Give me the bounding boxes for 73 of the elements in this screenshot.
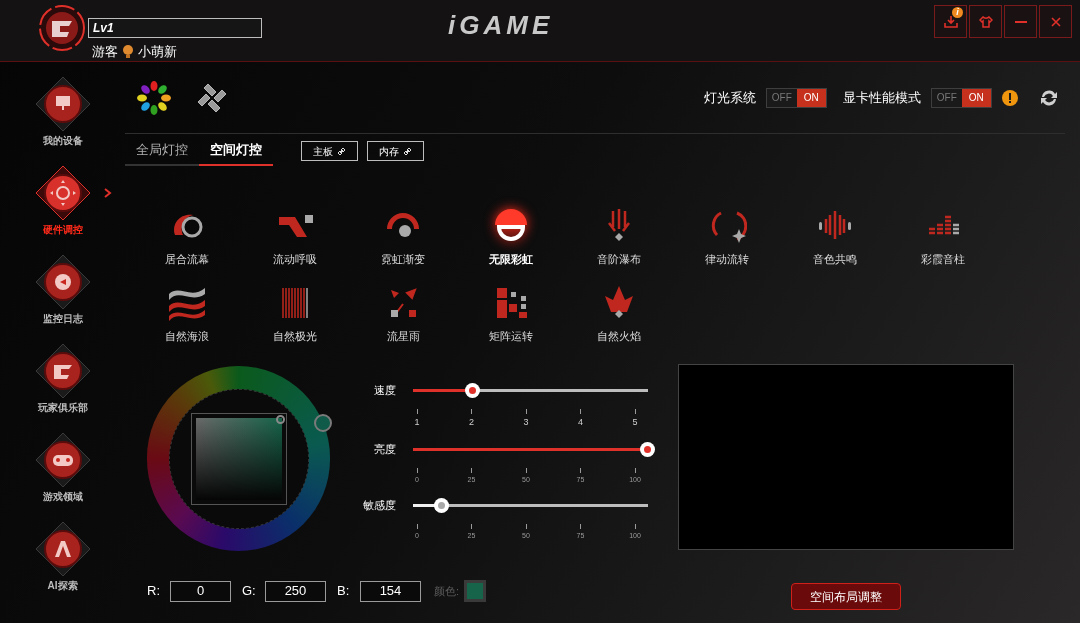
effect-option[interactable]: 霓虹渐变 — [349, 205, 457, 268]
sidebar-item[interactable]: 硬件调控 — [7, 165, 118, 254]
color-label: 颜色: — [434, 583, 460, 599]
gauge-icon — [34, 254, 91, 310]
sidebar-item[interactable]: 我的设备 — [7, 76, 118, 165]
info-badge: i — [952, 7, 963, 18]
close-icon — [1050, 16, 1061, 27]
effect-option[interactable]: 自然海浪 — [133, 281, 241, 344]
channel-label: B: — [337, 582, 351, 601]
tick-label: 3 — [523, 415, 529, 429]
color-mode-button[interactable] — [135, 78, 173, 117]
minimize-button[interactable] — [1004, 5, 1037, 38]
sidebar-item[interactable]: 玩家俱乐部 — [7, 343, 118, 432]
gamepad-icon — [34, 432, 91, 488]
slider-label: 速度 — [373, 383, 396, 398]
user-role: 游客 — [92, 43, 118, 61]
channel-field[interactable]: 154 — [360, 580, 421, 602]
link-icon — [403, 146, 412, 156]
effect-option[interactable]: 音色共鸣 — [781, 205, 889, 268]
device-button[interactable]: 内存 — [367, 141, 424, 161]
avatar-emblem-icon — [38, 4, 86, 52]
skin-button[interactable] — [969, 5, 1002, 38]
saturation-square[interactable] — [190, 412, 287, 505]
channel-field[interactable]: 250 — [265, 580, 326, 602]
level-label: Lv1 — [93, 20, 114, 37]
picker-handle[interactable] — [275, 414, 285, 424]
tick-label: 1 — [414, 415, 420, 429]
chevron-right-icon — [103, 188, 112, 198]
triangle-emblem-icon — [34, 521, 91, 577]
monitor-icon — [34, 76, 91, 132]
sidebar-item[interactable]: 监控日志 — [7, 254, 118, 343]
color-petals-icon — [137, 80, 171, 115]
app-logo: iGAME — [448, 9, 554, 42]
download-tray-icon — [943, 14, 958, 29]
effect-option[interactable]: 音阶瀑布 — [565, 205, 673, 268]
tab[interactable]: 全局灯控 — [125, 136, 199, 166]
on-off-switch[interactable]: OFF ON — [766, 87, 827, 108]
slider-label: 敏感度 — [362, 498, 396, 513]
effect-option[interactable]: 流动呼吸 — [241, 205, 349, 268]
effect-option[interactable]: 彩霞音柱 — [889, 205, 997, 268]
on-off-switch[interactable]: OFF ON — [931, 87, 992, 108]
effect-option[interactable]: 流星雨 — [349, 281, 457, 344]
slider-label: 亮度 — [373, 442, 396, 457]
effect-option[interactable]: 自然火焰 — [565, 281, 673, 344]
toggle-label: 显卡性能模式 — [843, 88, 921, 107]
slider-thumb[interactable] — [464, 382, 480, 398]
effect-option[interactable]: 矩阵运转 — [457, 281, 565, 344]
channel-label: R: — [147, 582, 161, 601]
toggle-label: 灯光系统 — [704, 88, 756, 107]
effect-option[interactable]: 自然极光 — [241, 281, 349, 344]
tick-label: 2 — [469, 415, 474, 429]
shirt-icon — [978, 15, 993, 28]
effect-option[interactable]: 居合流幕 — [133, 205, 241, 268]
device-button[interactable]: 主板 — [301, 141, 358, 161]
channel-label: G: — [242, 582, 257, 601]
tick-label: 4 — [578, 415, 583, 429]
emblem-icon — [34, 343, 91, 399]
slider-thumb[interactable] — [640, 441, 655, 457]
hue-handle[interactable] — [314, 414, 332, 432]
tab[interactable]: 空间灯控 — [199, 136, 273, 166]
sidebar-item[interactable]: 游戏领域 — [7, 432, 118, 521]
effect-option[interactable]: 无限彩虹 — [457, 205, 565, 268]
layout-adjust-button[interactable]: 空间布局调整 — [791, 583, 901, 610]
minimize-icon — [1014, 20, 1027, 23]
color-swatch[interactable] — [464, 580, 487, 602]
channel-field[interactable]: 0 — [170, 580, 231, 602]
sidebar-item[interactable]: AI探索 — [7, 521, 118, 610]
tick-label: 5 — [632, 415, 638, 429]
dpad-icon — [34, 165, 91, 221]
user-rank: 小萌新 — [138, 43, 177, 61]
bulb-icon — [122, 44, 134, 59]
link-icon — [337, 146, 346, 156]
effect-option[interactable]: 律动流转 — [673, 205, 781, 268]
